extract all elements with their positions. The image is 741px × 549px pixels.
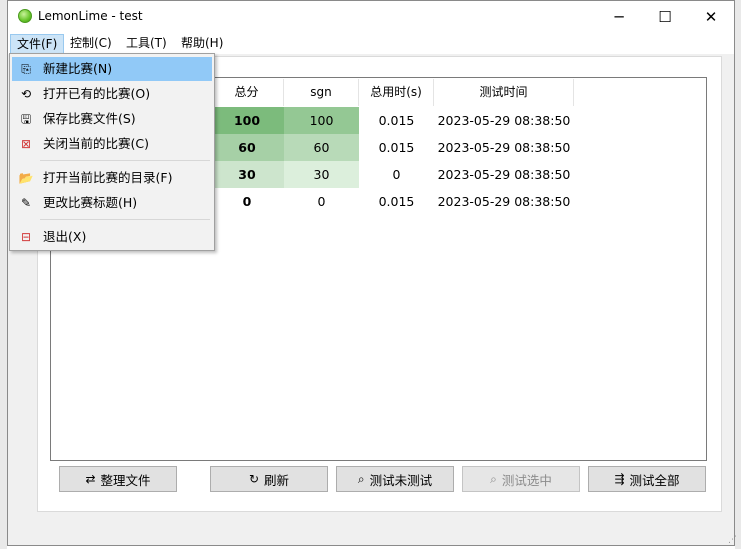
test-all-label: 测试全部	[629, 472, 680, 488]
menu-file[interactable]: 文件(F)	[10, 34, 65, 54]
total-score-cell: 0	[242, 194, 252, 209]
menu-item-label: 退出(X)	[43, 229, 87, 244]
lemonlime-app-icon	[18, 9, 32, 23]
sgn-score-cell: 0	[317, 194, 326, 209]
header-test-time[interactable]: 测试时间	[434, 79, 574, 106]
resize-grip-icon[interactable]: ⋰	[728, 535, 737, 545]
sgn-score-cell: 30	[284, 161, 359, 188]
menu-item-close-contest[interactable]: ⊠ 关闭当前的比赛(C)	[12, 132, 212, 156]
total-score-cell: 60	[210, 134, 284, 161]
open-contest-icon: ⟲	[20, 87, 32, 101]
window-title: LemonLime - test	[38, 9, 143, 23]
menu-item-label: 新建比赛(N)	[43, 61, 113, 76]
test-time-cell: 2023-05-29 08:38:50	[437, 167, 571, 182]
menu-item-label: 更改比赛标题(H)	[43, 195, 138, 210]
maximize-icon: ☐	[658, 7, 672, 26]
save-icon: 🖫	[20, 112, 32, 126]
menu-bar: 文件(F) 控制(C) 工具(T) 帮助(H)	[8, 32, 734, 54]
time-cell: 0.015	[378, 140, 415, 155]
close-contest-icon: ⊠	[20, 137, 32, 151]
test-untested-button[interactable]: ⌕ 测试未测试	[336, 466, 454, 492]
menu-control[interactable]: 控制(C)	[64, 34, 118, 54]
title-bar: LemonLime - test ─ ☐ ✕	[8, 1, 734, 32]
menu-item-label: 打开已有的比赛(O)	[43, 86, 151, 101]
organize-icon: ⇄	[85, 472, 96, 486]
test-time-cell: 2023-05-29 08:38:50	[437, 113, 571, 128]
menu-item-exit[interactable]: ⊟ 退出(X)	[12, 225, 212, 249]
file-menu-dropdown: ⎘ 新建比赛(N) ⟲ 打开已有的比赛(O) 🖫 保存比赛文件(S) ⊠ 关闭当…	[9, 53, 215, 251]
header-total-time[interactable]: 总用时(s)	[359, 79, 434, 106]
refresh-button[interactable]: ↻ 刷新	[210, 466, 328, 492]
menu-item-label: 打开当前比赛的目录(F)	[43, 170, 173, 185]
time-cell: 0	[392, 167, 401, 182]
total-score-cell: 100	[210, 107, 284, 134]
menu-item-save-contest[interactable]: 🖫 保存比赛文件(S)	[12, 107, 212, 131]
maximize-button[interactable]: ☐	[642, 1, 688, 32]
menu-item-change-title[interactable]: ✎ 更改比赛标题(H)	[12, 191, 212, 215]
refresh-label: 刷新	[264, 472, 290, 488]
header-total-score[interactable]: 总分	[210, 79, 284, 106]
menu-item-new-contest[interactable]: ⎘ 新建比赛(N)	[12, 57, 212, 81]
menu-item-open-folder[interactable]: 📂 打开当前比赛的目录(F)	[12, 166, 212, 190]
close-icon: ✕	[704, 7, 718, 26]
test-untested-label: 测试未测试	[369, 472, 433, 488]
open-folder-icon: 📂	[18, 171, 34, 185]
menu-item-label: 保存比赛文件(S)	[43, 111, 136, 126]
test-all-button[interactable]: ⇶ 测试全部	[588, 466, 706, 492]
time-cell: 0.015	[378, 113, 415, 128]
close-button[interactable]: ✕	[688, 1, 734, 32]
time-cell: 0.015	[378, 194, 415, 209]
minimize-icon: ─	[614, 7, 624, 26]
menu-item-open-contest[interactable]: ⟲ 打开已有的比赛(O)	[12, 82, 212, 106]
menu-separator	[40, 160, 210, 161]
menu-item-label: 关闭当前的比赛(C)	[43, 136, 149, 151]
test-time-cell: 2023-05-29 08:38:50	[437, 140, 571, 155]
header-sgn[interactable]: sgn	[284, 79, 359, 106]
test-selected-label: 测试选中	[501, 472, 552, 488]
background-window-edge-right	[735, 0, 741, 549]
pencil-icon: ✎	[20, 196, 32, 210]
test-selected-button[interactable]: ⌕ 测试选中	[462, 466, 580, 492]
search-icon: ⌕	[490, 471, 497, 486]
total-score-cell: 30	[210, 161, 284, 188]
organize-files-button[interactable]: ⇄ 整理文件	[59, 466, 177, 492]
organize-files-label: 整理文件	[100, 472, 151, 488]
background-window-edge	[0, 0, 7, 549]
test-time-cell: 2023-05-29 08:38:50	[437, 194, 571, 209]
sgn-score-cell: 100	[284, 107, 359, 134]
menu-tools[interactable]: 工具(T)	[120, 34, 173, 54]
minimize-button[interactable]: ─	[596, 1, 642, 32]
new-contest-icon: ⎘	[21, 62, 31, 76]
exit-icon: ⊟	[20, 230, 32, 244]
menu-help[interactable]: 帮助(H)	[175, 34, 229, 54]
sgn-score-cell: 60	[284, 134, 359, 161]
magnifier-icon: ⌕	[357, 471, 365, 486]
refresh-icon: ↻	[248, 472, 260, 486]
menu-separator	[40, 219, 210, 220]
run-all-icon: ⇶	[614, 472, 625, 486]
